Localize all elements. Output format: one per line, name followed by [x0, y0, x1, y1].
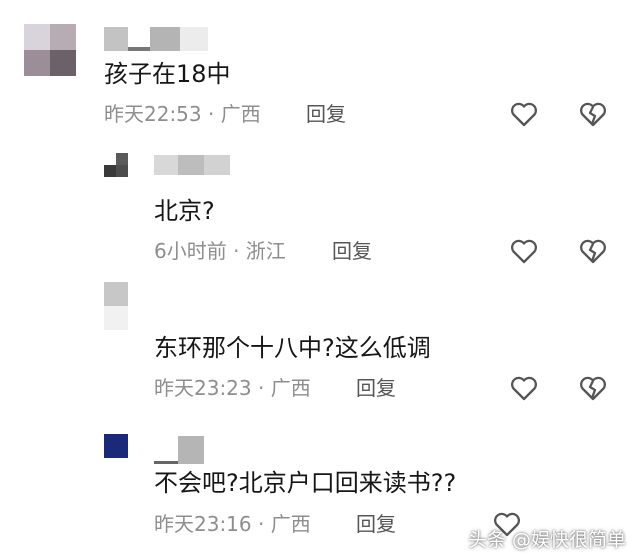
heart-outline-icon[interactable]	[509, 236, 539, 266]
comment-meta: 昨天22:53 · 广西	[104, 102, 261, 126]
avatar[interactable]	[104, 153, 128, 177]
username[interactable]	[104, 27, 208, 51]
avatar[interactable]	[24, 24, 76, 76]
comment-meta: 昨天23:23 · 广西	[154, 376, 311, 400]
reply-button[interactable]: 回复	[356, 376, 396, 400]
reply-button[interactable]: 回复	[332, 239, 372, 263]
comment-text: 东环那个十八中?这么低调	[154, 334, 431, 362]
broken-heart-icon[interactable]	[578, 373, 608, 403]
heart-outline-icon[interactable]	[509, 373, 539, 403]
reply-button[interactable]: 回复	[356, 512, 396, 536]
watermark: 头条 @娱快很简单	[467, 529, 626, 551]
comment-meta: 昨天23:16 · 广西	[154, 512, 311, 536]
username[interactable]	[154, 155, 230, 175]
reply-button[interactable]: 回复	[306, 102, 346, 126]
comment-meta: 6小时前 · 浙江	[154, 239, 286, 263]
comment-text: 孩子在18中	[104, 60, 231, 88]
avatar[interactable]	[104, 434, 128, 458]
username[interactable]	[154, 436, 204, 464]
comment-text: 北京?	[154, 197, 215, 225]
heart-outline-icon[interactable]	[509, 99, 539, 129]
broken-heart-icon[interactable]	[578, 99, 608, 129]
broken-heart-icon[interactable]	[578, 236, 608, 266]
avatar[interactable]	[104, 282, 128, 330]
comment-text: 不会吧?北京户口回来读书??	[154, 469, 457, 497]
